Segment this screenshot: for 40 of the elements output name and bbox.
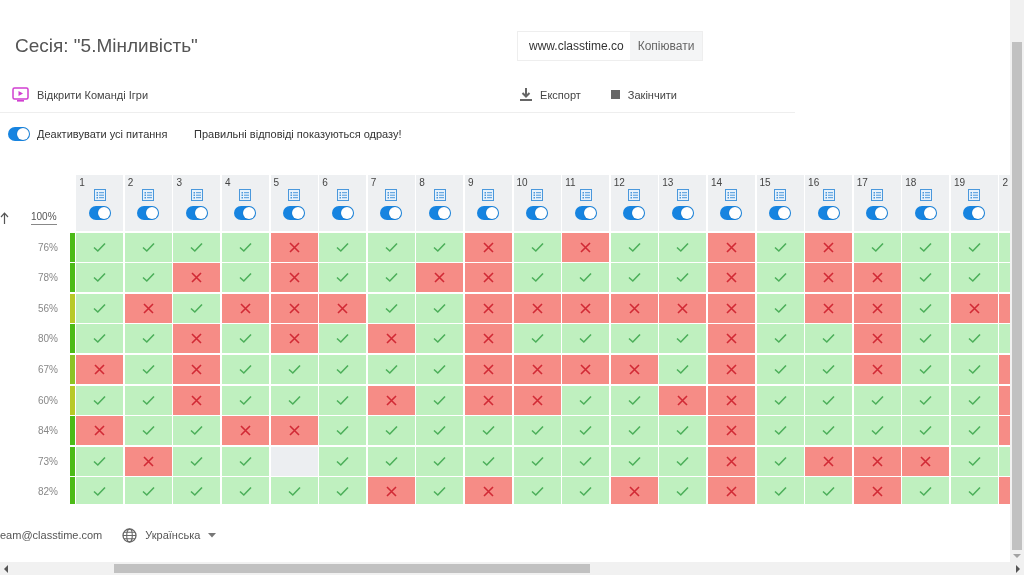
question-number: 16 (808, 177, 820, 189)
question-number: 10 (516, 177, 528, 189)
score-label: 78% (37, 271, 59, 286)
question-number: 11 (565, 177, 576, 189)
score-label: 60% (37, 393, 59, 408)
session-title: Сесія: "5.Мінливість" (14, 34, 199, 57)
question-number: 19 (953, 177, 965, 189)
question-number: 13 (662, 177, 674, 189)
question-number: 1 (79, 177, 85, 189)
score-label: 56% (37, 301, 59, 316)
score-label: 82% (37, 485, 59, 500)
question-number: 3 (176, 177, 182, 189)
question-number: 18 (905, 177, 917, 189)
language-dropdown[interactable]: Українська (122, 527, 217, 543)
copy-button[interactable]: Копіювати (629, 31, 702, 60)
open-games-button[interactable]: Відкрити Команді Ігри (12, 83, 149, 107)
question-number: 2 (127, 177, 134, 189)
email-text: eam@classtime.com (0, 529, 103, 542)
finish-button[interactable]: Закінчити (610, 83, 677, 107)
score-label: 76% (37, 240, 59, 255)
export-button[interactable]: Експорт (520, 83, 581, 107)
question-number: 4 (224, 177, 231, 189)
toggle-label: Деактивувати усі питання (37, 128, 169, 141)
question-number: 12 (613, 177, 625, 189)
notice-text: Правильні відповіді показуються одразу! (194, 128, 402, 141)
url-field[interactable]: www.classtime.co Копіювати (517, 30, 703, 61)
score-label: 84% (37, 424, 59, 439)
question-number: 17 (856, 177, 868, 189)
score-label: 67% (37, 363, 59, 378)
question-number: 9 (467, 177, 474, 189)
question-number: 6 (322, 177, 328, 189)
question-number: 14 (710, 177, 723, 189)
question-number: 2 (1002, 177, 1009, 189)
score-label: 80% (37, 332, 59, 347)
score-label: 73% (37, 454, 59, 469)
question-number: 5 (273, 177, 280, 189)
total-score[interactable]: 100% (31, 211, 57, 226)
question-number: 8 (419, 177, 425, 189)
question-number: 7 (370, 177, 377, 189)
question-number: 15 (759, 177, 771, 189)
